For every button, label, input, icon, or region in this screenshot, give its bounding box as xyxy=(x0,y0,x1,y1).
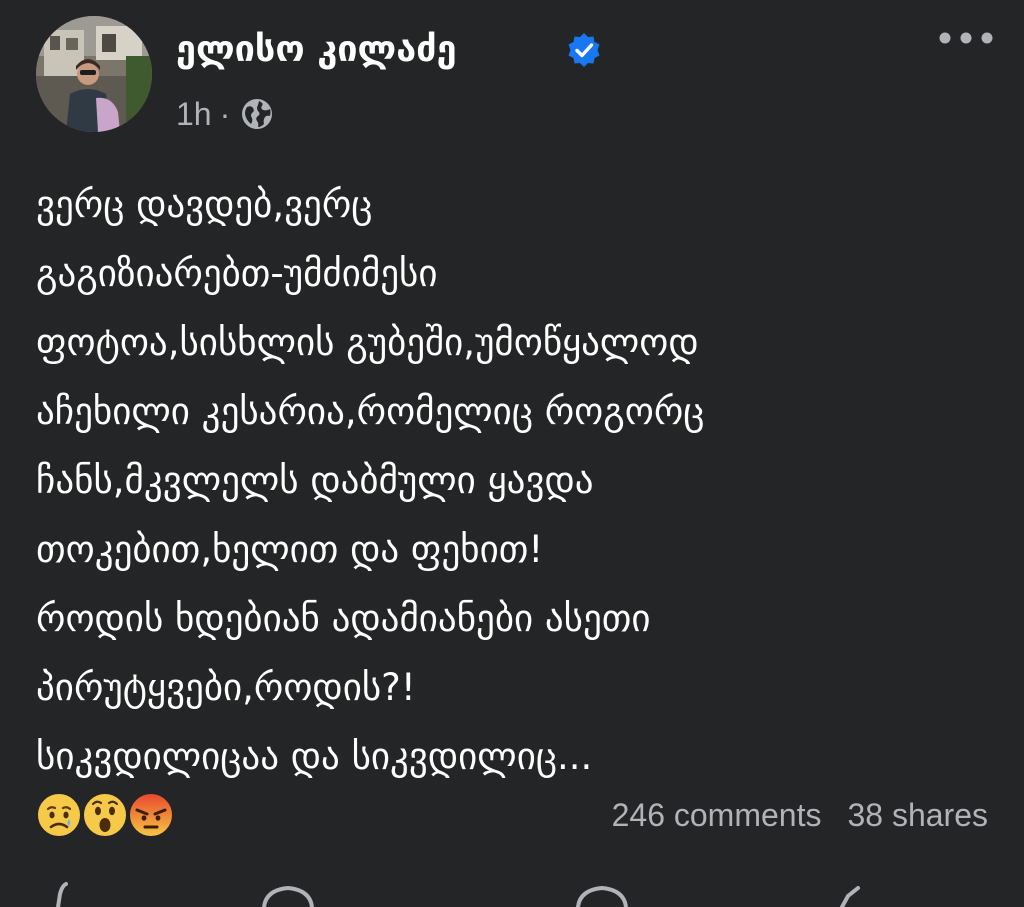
comments-count[interactable]: 246 comments xyxy=(612,797,822,834)
post-text-line: აჩეხილი კესარია,რომელიც როგორც xyxy=(36,390,705,433)
messenger-icon[interactable] xyxy=(572,880,632,907)
globe-icon[interactable] xyxy=(240,97,274,131)
action-bar xyxy=(0,880,1024,907)
post-time[interactable]: 1h xyxy=(176,96,212,133)
angry-reaction-icon xyxy=(128,792,174,838)
engagement-stats: 246 comments 38 shares xyxy=(612,790,988,840)
sad-reaction-icon xyxy=(36,792,82,838)
meta-separator: · xyxy=(219,95,231,132)
post-text-line: ჩანს,მკვლელს დაბმული ყავდა xyxy=(36,459,594,502)
shares-count[interactable]: 38 shares xyxy=(847,797,988,834)
author-avatar[interactable] xyxy=(36,16,152,132)
post-card: ელისო კილაძე 1h · ვერც დავდებ,ვერც გაგიზ… xyxy=(0,0,1024,907)
post-text-line: ვერც დავდებ,ვერც xyxy=(36,183,373,226)
wow-reaction-icon xyxy=(82,792,128,838)
comment-icon[interactable] xyxy=(258,880,318,907)
reactions-summary[interactable] xyxy=(34,790,184,840)
author-name[interactable]: ელისო კილაძე xyxy=(176,28,457,72)
post-text-line: გაგიზიარებთ-უმძიმესი xyxy=(36,252,438,295)
post-text-line: როდის ხდებიან ადამიანები ასეთი xyxy=(36,597,651,640)
post-meta: 1h · xyxy=(176,94,274,134)
more-options-icon[interactable] xyxy=(936,24,996,52)
post-text-line: სიკვდილიცაა და სიკვდილიც... xyxy=(36,735,593,778)
post-text: ვერც დავდებ,ვერც გაგიზიარებთ-უმძიმესი ფო… xyxy=(36,170,996,791)
like-icon[interactable] xyxy=(44,880,84,907)
post-text-line: პირუტყვები,როდის?! xyxy=(36,666,416,709)
avatar-photo xyxy=(36,16,152,132)
share-icon[interactable] xyxy=(824,880,864,907)
post-text-line: თოკებით,ხელით და ფეხით! xyxy=(36,528,544,571)
verified-badge-icon xyxy=(568,33,600,67)
post-text-line: ფოტოა,სისხლის გუბეში,უმოწყალოდ xyxy=(36,321,699,364)
